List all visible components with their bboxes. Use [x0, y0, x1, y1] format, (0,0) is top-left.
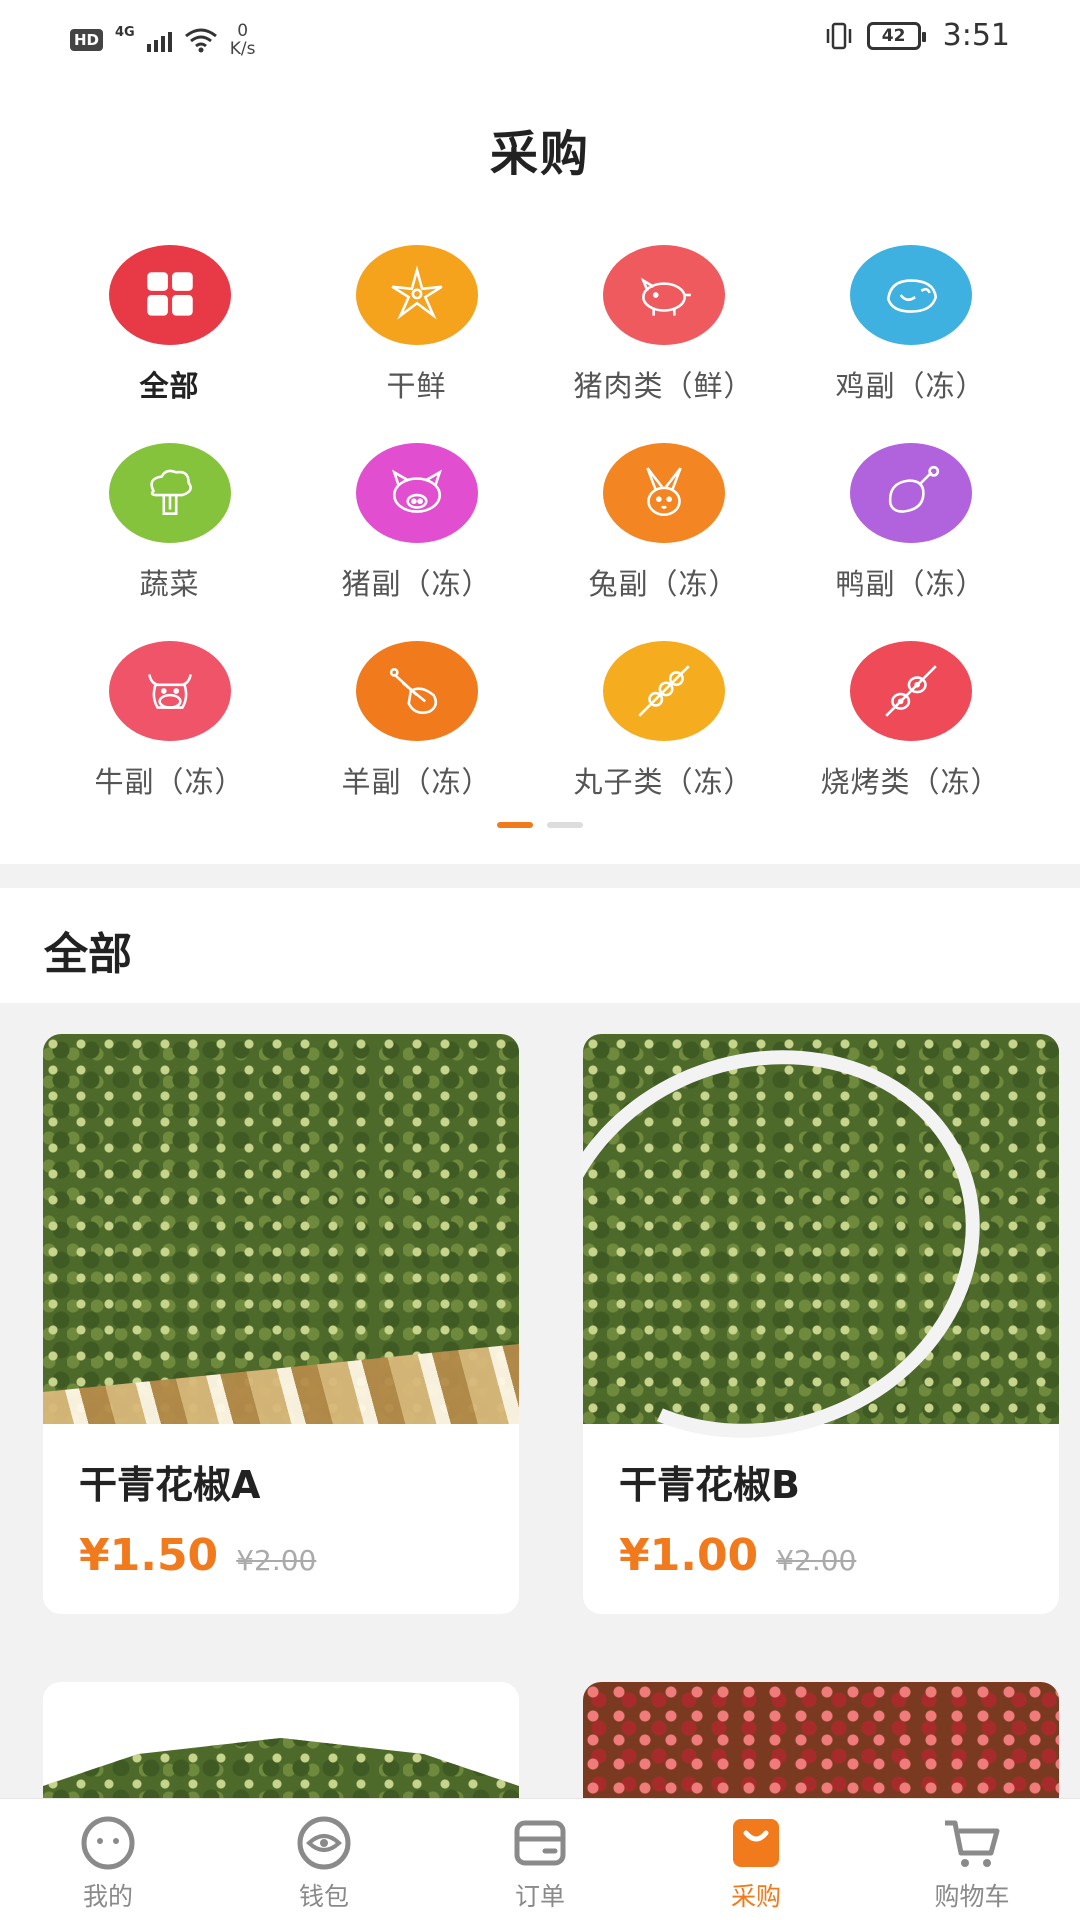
product-name: 干青花椒A [79, 1463, 261, 1507]
pig-face-icon [355, 443, 478, 543]
pager-dot[interactable] [547, 822, 583, 828]
order-card-icon [514, 1820, 566, 1866]
category-label: 鸡副（冻） [835, 369, 986, 403]
category-label: 烧烤类（冻） [820, 765, 1001, 799]
category-grid: 全部 干鲜 猪肉类（鲜） 鸡副（冻） 蔬菜 猪副（冻） 兔副（冻） 鸭副（冻） … [0, 245, 1080, 801]
section-title: 全部 [44, 929, 132, 980]
lamb-chop-icon [355, 641, 478, 741]
vibrate-icon [826, 22, 851, 49]
nav-cart[interactable]: 购物车 [864, 1799, 1080, 1920]
category-label: 蔬菜 [139, 567, 200, 601]
wifi-icon [184, 28, 217, 53]
skewer-icon [602, 641, 725, 741]
cow-icon [108, 641, 231, 741]
product-card[interactable]: 干青花椒A ¥1.50 ¥2.00 [43, 1034, 519, 1614]
rabbit-icon [602, 443, 725, 543]
product-price: ¥1.00 [619, 1530, 759, 1581]
hd-badge: HD [70, 29, 104, 51]
battery-icon: 42 [866, 21, 926, 50]
category-lamb-offal-frozen[interactable]: 羊副（冻） [293, 641, 540, 801]
chicken-icon [849, 245, 972, 345]
basket-graphic [43, 1344, 519, 1424]
drumstick-icon [849, 443, 972, 543]
star-anise-icon [355, 245, 478, 345]
shopping-bag-icon [733, 1819, 779, 1867]
bbq-skewer-icon [849, 641, 972, 741]
broccoli-icon [108, 443, 231, 543]
product-original-price: ¥2.00 [236, 1544, 317, 1577]
product-card[interactable]: 干青花椒B ¥1.00 ¥2.00 [583, 1034, 1059, 1614]
nav-label: 购物车 [934, 1882, 1010, 1911]
page-title: 采购 [489, 126, 590, 182]
wallet-eye-icon [297, 1816, 351, 1870]
product-image [43, 1034, 519, 1424]
category-dried[interactable]: 干鲜 [293, 245, 540, 405]
category-chicken-frozen[interactable]: 鸡副（冻） [787, 245, 1034, 405]
category-meatballs-frozen[interactable]: 丸子类（冻） [540, 641, 787, 801]
nav-label: 订单 [514, 1882, 565, 1911]
clock: 3:51 [942, 18, 1010, 53]
category-label: 羊副（冻） [341, 765, 492, 799]
cart-icon [945, 1820, 1000, 1867]
category-label: 猪副（冻） [341, 567, 492, 601]
spoon-graphic [583, 1034, 1035, 1498]
category-label: 猪肉类（鲜） [573, 369, 754, 403]
product-image [583, 1034, 1059, 1498]
nav-label: 钱包 [298, 1882, 349, 1911]
category-rabbit-frozen[interactable]: 兔副（冻） [540, 443, 787, 603]
nav-label: 我的 [82, 1882, 133, 1911]
pig-icon [602, 245, 725, 345]
category-bbq-frozen[interactable]: 烧烤类（冻） [787, 641, 1034, 801]
product-original-price: ¥2.00 [776, 1544, 857, 1577]
nav-wallet[interactable]: 钱包 [216, 1799, 432, 1920]
category-pig-offal-frozen[interactable]: 猪副（冻） [293, 443, 540, 603]
network-type: 4G [115, 24, 135, 40]
category-label: 鸭副（冻） [835, 567, 986, 601]
category-label: 全部 [139, 369, 200, 403]
nav-purchase[interactable]: 采购 [648, 1799, 864, 1920]
network-speed: 0 K/s [229, 21, 256, 59]
section-header: 全部 [0, 888, 1080, 1003]
face-icon [81, 1816, 135, 1870]
pager-dot-active[interactable] [497, 822, 533, 828]
nav-label: 采购 [730, 1882, 781, 1911]
grid-icon [108, 245, 231, 345]
product-name: 干青花椒B [619, 1463, 800, 1507]
nav-mine[interactable]: 我的 [0, 1799, 216, 1920]
category-vegetables[interactable]: 蔬菜 [46, 443, 293, 603]
product-price: ¥1.50 [79, 1530, 219, 1581]
category-all[interactable]: 全部 [46, 245, 293, 405]
bottom-nav: 我的 钱包 订单 采购 购物车 [0, 1798, 1080, 1920]
category-duck-frozen[interactable]: 鸭副（冻） [787, 443, 1034, 603]
category-label: 丸子类（冻） [573, 765, 754, 799]
category-label: 干鲜 [386, 369, 447, 403]
status-bar: HD 4G 0 K/s 42 3:51 [0, 0, 1080, 80]
nav-orders[interactable]: 订单 [432, 1799, 648, 1920]
category-pork-fresh[interactable]: 猪肉类（鲜） [540, 245, 787, 405]
category-label: 兔副（冻） [588, 567, 739, 601]
category-beef-offal-frozen[interactable]: 牛副（冻） [46, 641, 293, 801]
category-pager[interactable] [0, 822, 1080, 828]
category-panel: 采购 全部 干鲜 猪肉类（鲜） 鸡副（冻） 蔬菜 猪副（冻） 兔副（冻） 鸭副（… [0, 80, 1080, 864]
category-label: 牛副（冻） [94, 765, 245, 799]
signal-icon [146, 28, 172, 52]
